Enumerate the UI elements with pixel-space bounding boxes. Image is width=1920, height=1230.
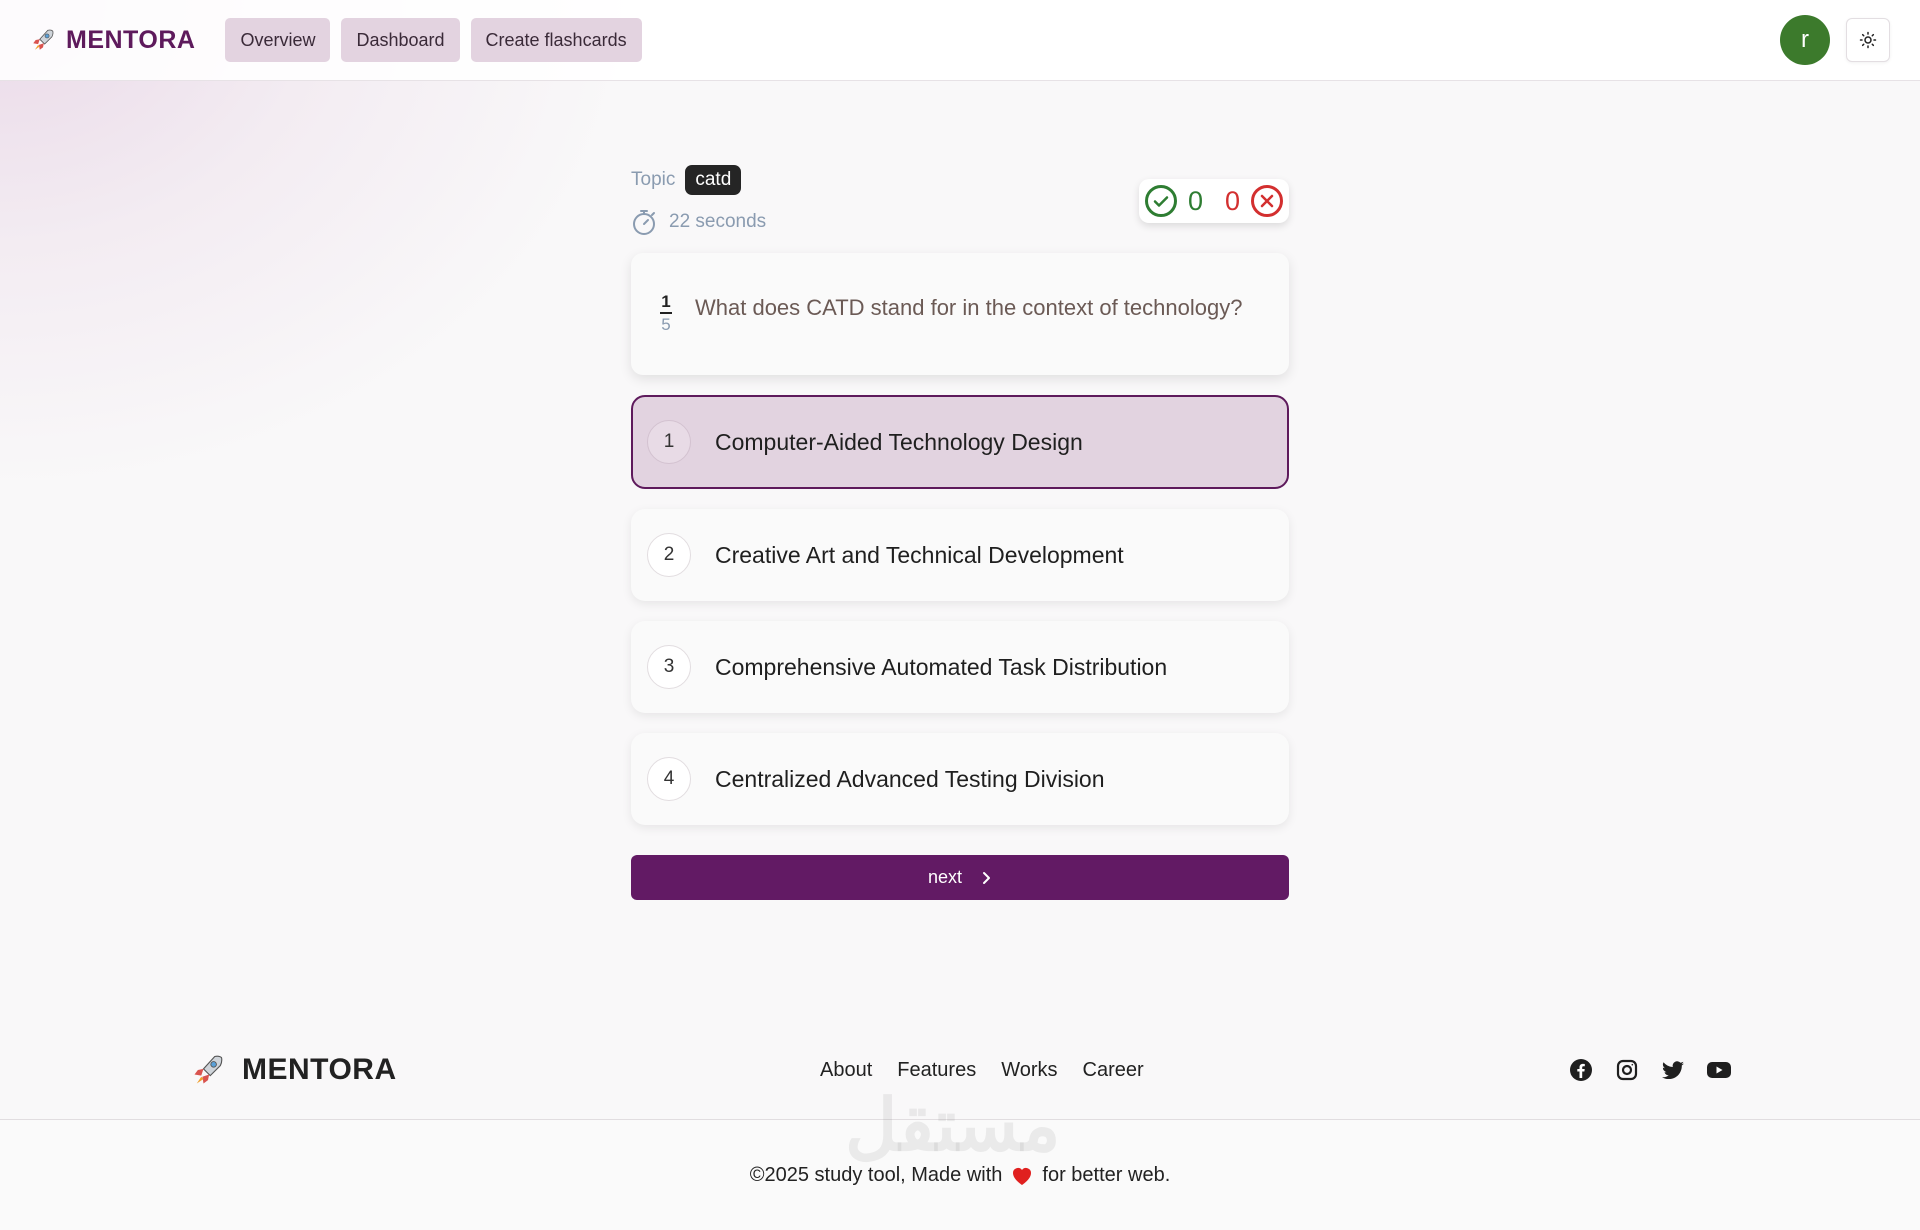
topic-label: Topic — [631, 169, 676, 190]
sun-icon — [1859, 31, 1877, 49]
option-number: 1 — [647, 420, 691, 464]
brand[interactable]: MENTORA — [30, 26, 195, 55]
next-label: next — [927, 867, 963, 887]
footer-link-features[interactable]: Features — [897, 1059, 976, 1082]
footer-link-works[interactable]: Works — [1001, 1059, 1057, 1082]
footer-link-about[interactable]: About — [820, 1059, 872, 1082]
footer-link-career[interactable]: Career — [1083, 1059, 1144, 1082]
quiz-panel: Topic catd 22 seconds 0 0 1 5 What does … — [631, 163, 1289, 900]
footer-brand-name: MENTORA — [242, 1053, 397, 1086]
answer-options: 1 Computer-Aided Technology Design 2 Cre… — [631, 395, 1289, 825]
answer-option-1[interactable]: 1 Computer-Aided Technology Design — [631, 395, 1289, 489]
wrong-count: 0 — [1225, 185, 1241, 216]
nav-dashboard-button[interactable]: Dashboard — [341, 18, 460, 62]
answer-option-3[interactable]: 3 Comprehensive Automated Task Distribut… — [631, 621, 1289, 713]
instagram-icon[interactable] — [1614, 1057, 1640, 1083]
timer-text: 22 seconds — [669, 211, 767, 232]
youtube-icon[interactable] — [1706, 1057, 1732, 1083]
facebook-icon[interactable] — [1568, 1057, 1594, 1083]
question-text: What does CATD stand for in the context … — [695, 295, 1243, 320]
option-number: 2 — [647, 533, 691, 577]
question-total: 5 — [661, 315, 671, 334]
option-text: Centralized Advanced Testing Division — [715, 765, 1105, 792]
score-counter: 0 0 — [1139, 179, 1289, 223]
brand-name: MENTORA — [66, 25, 196, 54]
copyright-text-end: for better web. — [1042, 1163, 1171, 1186]
next-button[interactable]: next — [631, 855, 1289, 900]
option-text: Comprehensive Automated Task Distributio… — [715, 653, 1168, 680]
x-circle-icon — [1251, 185, 1284, 217]
question-index: 1 — [660, 292, 672, 314]
check-circle-icon — [1144, 185, 1177, 217]
option-text: Computer-Aided Technology Design — [715, 428, 1083, 455]
heart-icon — [1013, 1168, 1032, 1185]
correct-count: 0 — [1187, 185, 1203, 216]
answer-option-2[interactable]: 2 Creative Art and Technical Development — [631, 509, 1289, 601]
twitter-icon[interactable] — [1660, 1057, 1686, 1083]
copyright: ©2025 study tool, Made with for better w… — [750, 1164, 1171, 1187]
top-header: MENTORA Overview Dashboard Create flashc… — [0, 0, 1920, 81]
copyright-text-start: ©2025 study tool, Made with — [749, 1163, 1003, 1186]
social-links — [1568, 1020, 1732, 1120]
topic-badge: catd — [685, 165, 742, 195]
footer-links: About Features Works Career — [820, 1020, 1144, 1120]
footer-brand[interactable]: MENTORA — [190, 1052, 397, 1088]
question-progress: 1 5 — [659, 292, 673, 336]
rocket-icon — [194, 1055, 223, 1084]
option-number: 4 — [647, 757, 691, 801]
footer-top: MENTORA About Features Works Career — [0, 1020, 1920, 1120]
chevron-right-icon — [983, 871, 991, 884]
option-text: Creative Art and Technical Development — [715, 541, 1124, 568]
header-actions: r — [1780, 15, 1890, 65]
rocket-icon — [33, 29, 54, 50]
stopwatch-icon — [633, 210, 655, 235]
footer-bottom: ©2025 study tool, Made with for better w… — [0, 1120, 1920, 1230]
option-number: 3 — [647, 645, 691, 689]
question-card: 1 5 What does CATD stand for in the cont… — [631, 253, 1289, 375]
nav-overview-button[interactable]: Overview — [225, 18, 331, 62]
user-avatar[interactable]: r — [1780, 15, 1830, 65]
theme-toggle-button[interactable] — [1846, 18, 1890, 62]
answer-option-4[interactable]: 4 Centralized Advanced Testing Division — [631, 733, 1289, 825]
nav-create-flashcards-button[interactable]: Create flashcards — [470, 18, 642, 62]
